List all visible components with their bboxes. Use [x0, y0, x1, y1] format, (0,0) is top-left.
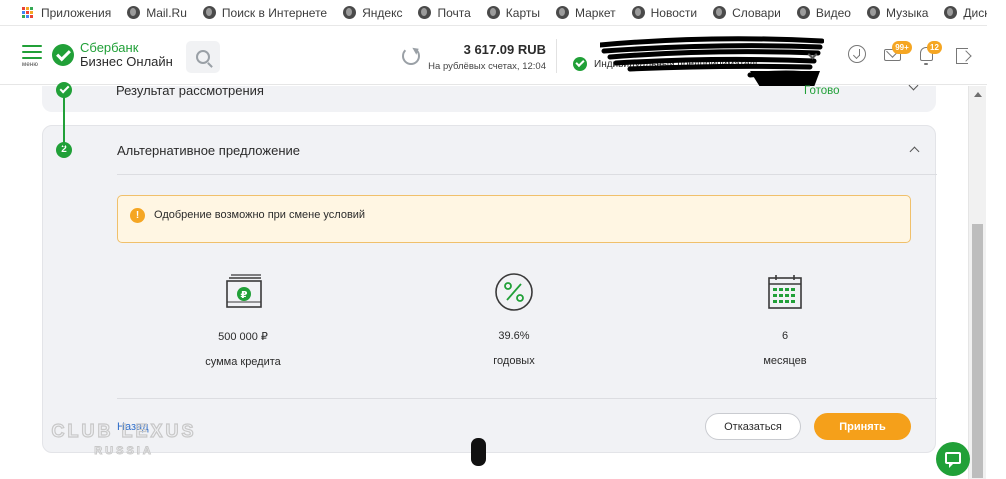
warning-icon: ! — [130, 208, 145, 223]
loan-amount-label: сумма кредита — [205, 356, 281, 368]
bookmark-market[interactable]: Маркет — [556, 6, 616, 20]
chat-button[interactable] — [936, 442, 970, 476]
section-divider — [117, 398, 937, 399]
globe-icon — [486, 6, 500, 19]
bookmark-music[interactable]: Музыка — [866, 6, 928, 20]
section-divider — [117, 174, 937, 175]
globe-icon — [944, 6, 958, 19]
globe-icon — [713, 6, 727, 19]
watermark-line1: CLUB LEXUS — [51, 421, 196, 441]
sberbank-logo-icon — [52, 44, 74, 66]
param-term: 6 месяцев — [715, 272, 855, 367]
warning-text: Одобрение возможно при смене условий — [154, 209, 366, 221]
step-done-check-icon — [56, 82, 72, 98]
interest-rate-value: 39.6% — [498, 330, 530, 342]
globe-icon — [631, 6, 645, 19]
step-review-status: Готово — [804, 85, 840, 97]
bookmark-dictionaries[interactable]: Словари — [713, 6, 781, 20]
step-alternative-title: Альтернативное предложение — [117, 143, 300, 158]
menu-icon-bar — [22, 57, 42, 59]
param-interest-rate: 39.6% годовых — [444, 272, 584, 367]
accept-button[interactable]: Принять — [814, 413, 911, 440]
globe-icon — [796, 6, 810, 19]
menu-caption: меню — [22, 62, 39, 68]
chat-icon — [945, 452, 961, 468]
club-lexus-watermark: CLUB LEXUS RUSSIA — [51, 420, 196, 457]
calendar-icon — [765, 272, 805, 312]
param-loan-amount: ₽ 500 000 ₽ сумма кредита — [173, 272, 313, 368]
bookmarks-bar: Приложения Mail.Ru Поиск в Интернете Янд… — [0, 0, 1006, 26]
verified-check-icon — [573, 57, 587, 71]
watermark-line2: RUSSIA — [94, 445, 154, 457]
step-connector-line — [63, 90, 65, 146]
balance-block[interactable]: 3 617.09 RUB На рублёвых счетах, 12:04 — [426, 42, 546, 72]
loan-amount-value: 500 000 ₽ — [218, 331, 268, 343]
globe-icon — [556, 6, 569, 19]
globe-icon — [202, 6, 216, 19]
globe-icon — [127, 6, 141, 19]
term-value: 6 — [781, 330, 789, 342]
bookmark-search[interactable]: Поиск в Интернете — [202, 6, 327, 20]
mail-badge: 99+ — [892, 41, 912, 54]
bookmark-mailru[interactable]: Mail.Ru — [127, 6, 187, 20]
bookmark-video[interactable]: Видео — [796, 6, 851, 20]
decline-button[interactable]: Отказаться — [705, 413, 801, 440]
balance-amount: 3 617.09 RUB — [463, 42, 546, 57]
search-button[interactable] — [186, 41, 220, 73]
bookmark-disk[interactable]: Диск — [944, 6, 989, 20]
globe-icon — [418, 6, 432, 19]
percent-icon — [494, 272, 534, 312]
globe-icon — [343, 6, 357, 19]
search-icon — [196, 50, 210, 64]
download-icon[interactable] — [848, 45, 866, 63]
chevron-up-icon[interactable] — [909, 146, 920, 157]
bookmark-apps[interactable]: Приложения — [22, 6, 111, 20]
scrollbar-thumb[interactable] — [972, 224, 983, 478]
bookmark-yandex[interactable]: Яндекс — [343, 6, 402, 20]
term-label: месяцев — [763, 355, 807, 367]
bookmark-mail[interactable]: Почта — [418, 6, 471, 20]
logo-line1: Сбербанк — [80, 40, 139, 55]
window-edge — [987, 0, 1006, 479]
logo-line2: Бизнес Онлайн — [80, 54, 173, 69]
menu-icon-bar — [22, 45, 42, 47]
scroll-up-arrow-icon[interactable] — [974, 92, 982, 97]
step-alternative-card: 2 Альтернативное предложение ! Одобрение… — [42, 125, 937, 453]
photo-artifact — [471, 438, 486, 466]
globe-icon — [866, 6, 880, 19]
app-header: меню Сбербанк Бизнес Онлайн 3 617.09 RUB… — [0, 27, 1006, 87]
cash-icon: ₽ — [223, 272, 263, 312]
step-review-card[interactable]: Результат рассмотрения Готово — [42, 80, 936, 112]
warning-banner: ! Одобрение возможно при смене условий — [117, 195, 911, 243]
apps-grid-icon — [22, 6, 34, 19]
bookmark-maps[interactable]: Карты — [486, 6, 540, 20]
header-divider — [556, 39, 557, 73]
interest-rate-label: годовых — [493, 355, 535, 367]
sberbank-logo[interactable]: Сбербанк Бизнес Онлайн — [52, 41, 173, 69]
menu-button[interactable]: меню — [22, 45, 42, 68]
menu-icon-bar — [22, 51, 42, 53]
svg-text:₽: ₽ — [241, 290, 248, 301]
bookmark-news[interactable]: Новости — [631, 6, 697, 20]
step-review-title: Результат рассмотрения — [116, 83, 264, 98]
refresh-icon[interactable] — [402, 47, 420, 65]
balance-subtitle: На рублёвых счетах, 12:04 — [428, 61, 546, 72]
logout-icon[interactable] — [956, 48, 968, 64]
vertical-scrollbar[interactable] — [968, 86, 986, 479]
notifications-badge: 12 — [927, 41, 942, 54]
